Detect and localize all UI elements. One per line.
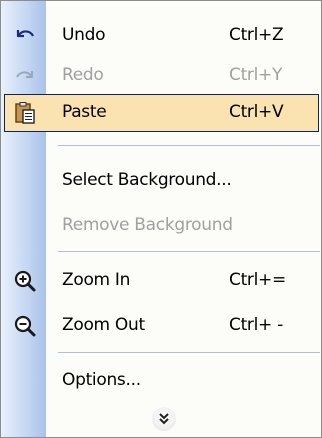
menu-item-redo[interactable]: Redo Ctrl+Y — [1, 56, 321, 96]
menu-item-shortcut: Ctrl+Z — [229, 25, 284, 45]
menu-separator — [58, 145, 320, 146]
menu-item-paste[interactable]: Paste Ctrl+V — [1, 93, 321, 133]
menu-item-select-background[interactable]: Select Background... — [1, 161, 321, 201]
menu-item-label: Undo — [62, 25, 106, 45]
menu-item-label: Select Background... — [62, 170, 232, 190]
menu-item-zoom-in[interactable]: Zoom In Ctrl+= — [1, 261, 321, 301]
context-menu: Undo Ctrl+Z Redo Ctrl+Y Paste Ctrl+V Sel… — [0, 0, 322, 438]
menu-item-zoom-out[interactable]: Zoom Out Ctrl+ - — [1, 306, 321, 346]
undo-icon — [16, 30, 34, 38]
menu-separator — [58, 352, 320, 353]
menu-item-undo[interactable]: Undo Ctrl+Z — [1, 16, 321, 56]
menu-item-label: Redo — [62, 65, 104, 85]
paste-icon — [15, 102, 35, 124]
menu-item-label: Options... — [62, 370, 141, 390]
menu-item-shortcut: Ctrl+Y — [229, 65, 283, 85]
menu-item-label: Zoom Out — [62, 315, 145, 335]
zoom-out-icon — [14, 315, 36, 337]
double-chevron-down-icon — [159, 413, 169, 425]
zoom-in-icon — [14, 270, 36, 292]
menu-item-label: Zoom In — [62, 270, 131, 290]
menu-separator — [58, 251, 320, 252]
menu-item-label: Paste — [62, 102, 107, 122]
menu-item-options[interactable]: Options... — [1, 361, 321, 401]
redo-icon — [16, 71, 33, 78]
menu-item-remove-background[interactable]: Remove Background — [1, 206, 321, 246]
expand-menu-button[interactable] — [152, 407, 176, 431]
menu-item-shortcut: Ctrl+ - — [229, 315, 283, 335]
menu-item-shortcut: Ctrl+V — [229, 102, 284, 122]
menu-item-label: Remove Background — [62, 215, 233, 235]
menu-item-shortcut: Ctrl+= — [229, 270, 286, 290]
